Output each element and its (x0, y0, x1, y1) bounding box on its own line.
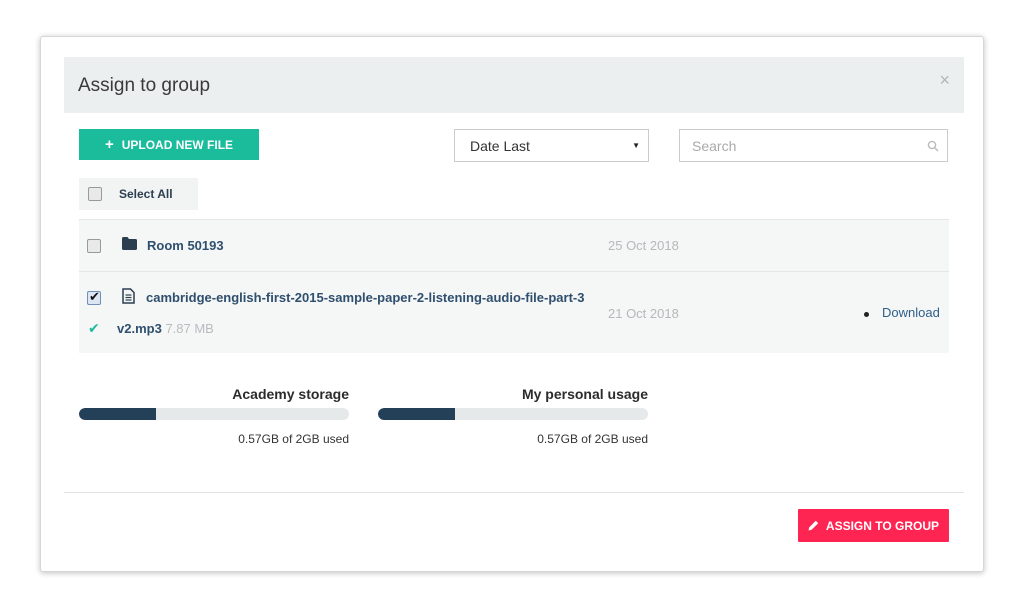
item-date: 21 Oct 2018 (608, 306, 679, 321)
file-size: 7.87 MB (165, 321, 214, 336)
personal-usage-label: My personal usage (521, 386, 648, 402)
select-all-checkbox[interactable] (88, 187, 102, 201)
bullet-icon (864, 312, 869, 317)
search-icon[interactable] (927, 140, 939, 152)
search-box (679, 129, 948, 162)
file-name-continued[interactable]: v2.mp3 7.87 MB (117, 321, 214, 336)
list-item[interactable]: Room 50193 25 Oct 2018 (79, 219, 949, 271)
modal-title: Assign to group (78, 75, 211, 96)
personal-usage: My personal usage 0.57GB of 2GB used (378, 386, 648, 446)
footer-divider (64, 492, 964, 493)
personal-usage-used: 0.57GB of 2GB used (537, 432, 648, 446)
personal-usage-bar-fill (378, 408, 455, 420)
item-checkbox[interactable] (87, 289, 101, 305)
item-checkbox[interactable] (87, 239, 101, 253)
academy-storage-bar-fill (79, 408, 156, 420)
upload-button-label: Upload New File (121, 137, 234, 152)
document-icon (122, 288, 135, 304)
assign-to-group-modal: Assign to group × + Upload New File Date… (40, 36, 984, 572)
select-all-label: Select All (119, 187, 173, 201)
sort-select[interactable]: Date Last ▼ (454, 129, 649, 162)
assign-to-group-button[interactable]: Assign to group (798, 509, 949, 542)
item-date: 25 Oct 2018 (608, 238, 679, 253)
assign-button-label: Assign to group (825, 518, 940, 533)
personal-usage-bar (378, 408, 648, 420)
sort-selected-value: Date Last (470, 137, 530, 154)
pencil-icon (808, 520, 819, 531)
file-list: Room 50193 25 Oct 2018 cambridge-english… (79, 219, 949, 353)
list-item[interactable]: cambridge-english-first-2015-sample-pape… (79, 271, 949, 353)
academy-storage-label: Academy storage (232, 386, 349, 402)
download-link[interactable]: Download (882, 305, 940, 320)
academy-storage-used: 0.57GB of 2GB used (238, 432, 349, 446)
file-name[interactable]: cambridge-english-first-2015-sample-pape… (146, 290, 584, 305)
plus-icon: + (104, 136, 114, 153)
chevron-down-icon: ▼ (632, 141, 640, 150)
search-input[interactable] (692, 130, 917, 161)
modal-header: Assign to group × (64, 57, 964, 113)
select-all[interactable]: Select All (79, 178, 198, 210)
upload-new-file-button[interactable]: + Upload New File (79, 129, 259, 160)
check-icon: ✔ (88, 320, 100, 336)
folder-name[interactable]: Room 50193 (147, 238, 224, 253)
folder-icon (122, 237, 137, 250)
file-name-end: v2.mp3 (117, 321, 162, 336)
academy-storage: Academy storage 0.57GB of 2GB used (79, 386, 349, 446)
close-icon[interactable]: × (939, 71, 950, 89)
academy-storage-bar (79, 408, 349, 420)
